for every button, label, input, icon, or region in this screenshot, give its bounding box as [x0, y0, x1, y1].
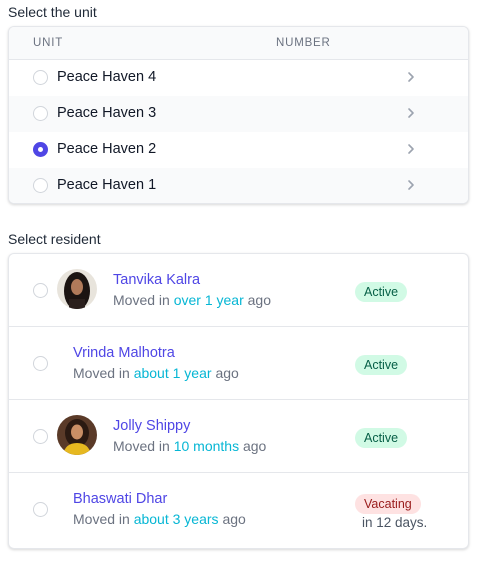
- status-badge: Active: [355, 282, 408, 302]
- unit-name: Peace Haven 3: [57, 105, 157, 121]
- resident-radio[interactable]: [33, 283, 48, 298]
- resident-name[interactable]: Tanvika Kalra: [113, 272, 200, 288]
- resident-radio[interactable]: [33, 502, 48, 517]
- column-header-unit: UNIT: [33, 37, 64, 49]
- unit-row-peace-haven-1[interactable]: Peace Haven 1: [9, 168, 468, 203]
- unit-row-peace-haven-4[interactable]: Peace Haven 4: [9, 60, 468, 96]
- vacating-note: in 12 days.: [362, 515, 428, 530]
- resident-list: Tanvika Kalra Moved in over 1 year ago A…: [8, 253, 469, 549]
- chevron-right-icon[interactable]: [405, 179, 417, 191]
- resident-radio[interactable]: [33, 356, 48, 371]
- resident-row[interactable]: Jolly Shippy Moved in 10 months ago Acti…: [9, 400, 468, 473]
- unit-name: Peace Haven 2: [57, 141, 157, 157]
- unit-name: Peace Haven 1: [57, 177, 157, 193]
- chevron-right-icon[interactable]: [405, 143, 417, 155]
- unit-row-peace-haven-3[interactable]: Peace Haven 3: [9, 96, 468, 132]
- avatar: [57, 415, 97, 455]
- unit-radio[interactable]: [33, 106, 48, 121]
- avatar: [57, 269, 97, 309]
- unit-section-label: Select the unit: [8, 4, 97, 20]
- chevron-right-icon[interactable]: [405, 107, 417, 119]
- resident-row[interactable]: Tanvika Kalra Moved in over 1 year ago A…: [9, 254, 468, 327]
- resident-name[interactable]: Bhaswati Dhar: [73, 491, 167, 507]
- resident-section-label: Select resident: [8, 231, 101, 247]
- resident-moved-in: Moved in 10 months ago: [113, 438, 267, 454]
- chevron-right-icon[interactable]: [405, 71, 417, 83]
- status-badge: Active: [355, 355, 408, 375]
- unit-radio[interactable]: [33, 178, 48, 193]
- resident-moved-in: Moved in about 3 years ago: [73, 511, 246, 527]
- resident-radio[interactable]: [33, 429, 48, 444]
- unit-name: Peace Haven 4: [57, 69, 157, 85]
- column-header-number: NUMBER: [276, 37, 331, 49]
- unit-radio-selected[interactable]: [33, 142, 48, 157]
- resident-moved-in: Moved in about 1 year ago: [73, 365, 239, 381]
- resident-moved-in: Moved in over 1 year ago: [113, 292, 271, 308]
- status-badge: Vacating: [355, 494, 421, 514]
- unit-radio[interactable]: [33, 70, 48, 85]
- unit-table-header: UNIT NUMBER: [9, 27, 468, 60]
- unit-table: UNIT NUMBER Peace Haven 4 Peace Haven 3 …: [8, 26, 469, 204]
- resident-name[interactable]: Jolly Shippy: [113, 418, 190, 434]
- resident-row[interactable]: Bhaswati Dhar Moved in about 3 years ago…: [9, 473, 468, 546]
- resident-name[interactable]: Vrinda Malhotra: [73, 345, 175, 361]
- unit-row-peace-haven-2[interactable]: Peace Haven 2: [9, 132, 468, 168]
- status-badge: Active: [355, 428, 408, 448]
- resident-row[interactable]: Vrinda Malhotra Moved in about 1 year ag…: [9, 327, 468, 400]
